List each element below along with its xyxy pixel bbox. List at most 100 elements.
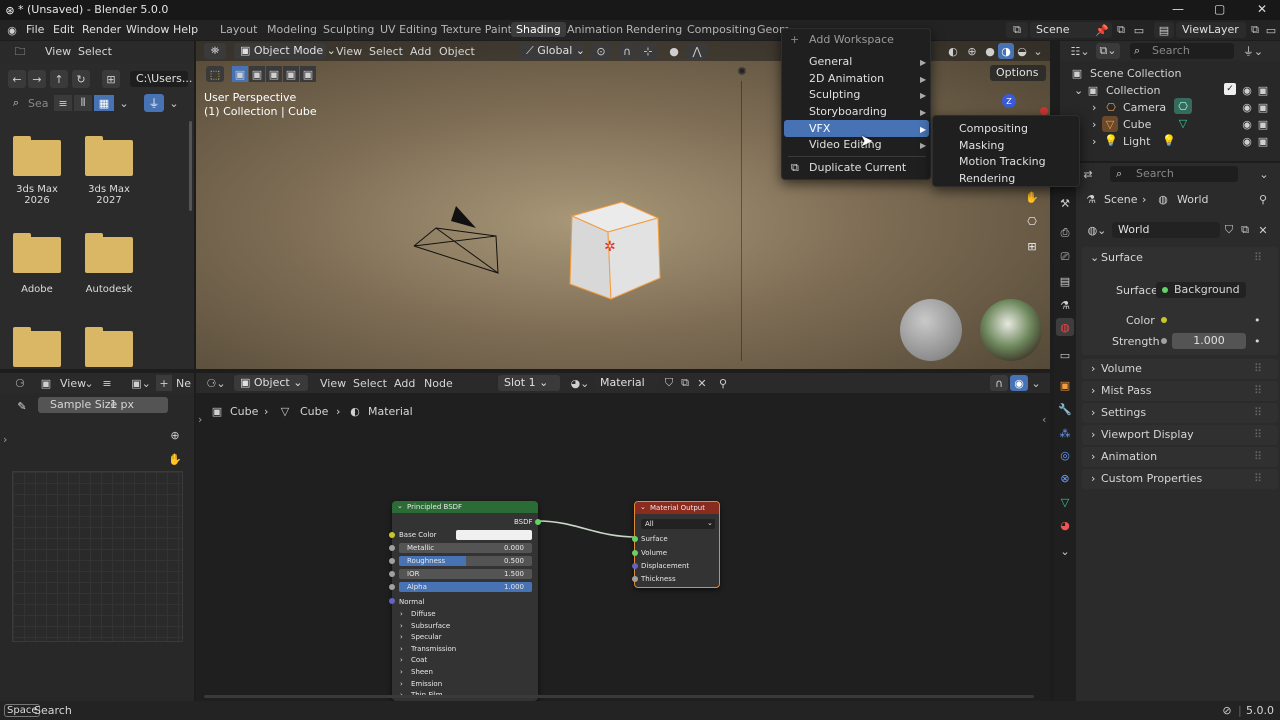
- viewport-menu-object[interactable]: Object: [439, 45, 475, 58]
- parent-directory-icon[interactable]: ↑: [50, 70, 68, 88]
- render-tab-icon[interactable]: ⎙: [1057, 225, 1073, 241]
- input-socket[interactable]: [389, 532, 395, 538]
- collapsed-panel[interactable]: › Mist Pass ⠿: [1082, 381, 1278, 401]
- folder-label[interactable]: Autodesk: [74, 284, 144, 295]
- editor-type-icon[interactable]: ⚆⌄: [204, 375, 228, 391]
- fake-user-icon[interactable]: ⛉: [662, 375, 676, 391]
- collapsed-panel[interactable]: › Animation ⠿: [1082, 447, 1278, 467]
- network-icon[interactable]: ⊘: [1220, 703, 1234, 717]
- new-image-label[interactable]: Ne: [176, 377, 191, 390]
- tab-texture-paint[interactable]: Texture Paint: [436, 22, 517, 37]
- refresh-icon[interactable]: ↻: [72, 70, 90, 88]
- overlay-icon[interactable]: ◉: [1010, 375, 1028, 391]
- tab-animation[interactable]: Animation: [562, 22, 628, 37]
- input-socket[interactable]: [632, 563, 638, 569]
- fb-search-input[interactable]: Sea: [28, 97, 49, 110]
- editor-type-icon[interactable]: ⚆: [8, 375, 32, 391]
- pin-icon[interactable]: ⚲: [716, 375, 730, 391]
- menu-item-general[interactable]: General: [809, 55, 852, 68]
- image-canvas[interactable]: [12, 471, 183, 642]
- strength-field[interactable]: 1.000: [1172, 333, 1246, 349]
- image-browse-icon[interactable]: ▣⌄: [130, 375, 152, 391]
- viewport-menu-add[interactable]: Add: [410, 45, 431, 58]
- solid-shading-icon[interactable]: ●: [982, 43, 998, 59]
- unlink-icon[interactable]: ✕: [1256, 222, 1270, 238]
- sample-size-field[interactable]: Sample Size 1 px: [38, 397, 168, 413]
- tabs-more-icon[interactable]: ⌄: [1057, 543, 1073, 559]
- scrollbar[interactable]: [189, 121, 192, 211]
- panel-drag-icon[interactable]: ⠿: [1254, 472, 1262, 485]
- tab-rendering[interactable]: Rendering: [621, 22, 687, 37]
- expand-icon[interactable]: ›: [400, 680, 403, 688]
- vertical-list-icon[interactable]: ≡: [54, 95, 72, 111]
- snap-icon[interactable]: ∩: [618, 43, 636, 59]
- node-header[interactable]: ⌄ Material Output: [635, 502, 719, 514]
- proportional-editing-icon[interactable]: ●: [666, 43, 682, 59]
- node-sidebar-toggle-right-icon[interactable]: ‹: [1042, 413, 1046, 426]
- menu-item-2d-animation[interactable]: 2D Animation: [809, 72, 884, 85]
- thumbnails-icon[interactable]: ▦: [94, 95, 114, 111]
- submenu-item-rendering[interactable]: Rendering: [959, 172, 1015, 185]
- menu-help[interactable]: Help: [173, 23, 198, 36]
- collapse-icon[interactable]: ⌄: [397, 502, 403, 510]
- close-icon[interactable]: ✕: [1257, 2, 1267, 16]
- transform-orientation-select[interactable]: ⟋ Global ⌄: [520, 43, 585, 59]
- bsdf-section-label[interactable]: Subsurface: [411, 622, 450, 630]
- viewlayer-field[interactable]: ViewLayer: [1176, 22, 1246, 38]
- expand-icon[interactable]: ›: [400, 610, 403, 618]
- scene-icon[interactable]: ⧉: [1006, 22, 1028, 38]
- menu-item-storyboarding[interactable]: Storyboarding: [809, 105, 887, 118]
- snap-icon[interactable]: ∩: [990, 375, 1008, 391]
- strength-socket-dot[interactable]: [1161, 338, 1167, 344]
- horizontal-list-icon[interactable]: ⫴: [74, 95, 92, 111]
- eye-icon[interactable]: ◉: [1240, 134, 1254, 148]
- select-mode-intersect-icon[interactable]: ▣: [300, 66, 316, 82]
- material-tab-icon[interactable]: ◕: [1057, 517, 1073, 533]
- strength-keyframe-icon[interactable]: •: [1254, 335, 1261, 348]
- bsdf-section-label[interactable]: Diffuse: [411, 610, 436, 618]
- select-box-icon[interactable]: ⬚: [206, 66, 224, 82]
- viewport-menu-select[interactable]: Select: [369, 45, 403, 58]
- view-layer-tab-icon[interactable]: ▤: [1057, 273, 1073, 289]
- node-menu-select[interactable]: Select: [353, 377, 387, 390]
- display-mode-icon[interactable]: ⧉⌄: [1096, 43, 1120, 59]
- expand-icon[interactable]: ›: [400, 656, 403, 664]
- folder-icon[interactable]: [85, 327, 133, 367]
- outliner-item-cube[interactable]: Cube: [1123, 118, 1151, 131]
- expand-icon[interactable]: ⌄: [1090, 251, 1099, 264]
- panel-drag-icon[interactable]: ⠿: [1254, 251, 1262, 264]
- folder-icon[interactable]: [13, 136, 61, 176]
- new-image-icon[interactable]: +: [156, 375, 172, 391]
- select-mode-extend-icon[interactable]: ▣: [249, 66, 265, 82]
- minimize-icon[interactable]: —: [1172, 2, 1184, 16]
- bsdf-section-label[interactable]: Coat: [411, 656, 427, 664]
- camera-restrict-icon[interactable]: ▣: [1256, 83, 1270, 97]
- submenu-item-compositing[interactable]: Compositing: [959, 122, 1028, 135]
- forward-arrow-icon[interactable]: →: [28, 70, 46, 88]
- panel-drag-icon[interactable]: ⠿: [1254, 406, 1262, 419]
- input-socket[interactable]: [632, 536, 638, 542]
- expand-icon[interactable]: ›: [1092, 101, 1096, 114]
- camera-restrict-icon[interactable]: ▣: [1256, 117, 1270, 131]
- hand-pan-icon[interactable]: ✋: [165, 449, 185, 469]
- camera-object[interactable]: [406, 201, 516, 276]
- remove-scene-icon[interactable]: ▭: [1132, 23, 1146, 37]
- sample-tool-icon[interactable]: ✎: [12, 397, 32, 415]
- menu-window[interactable]: Window: [126, 23, 169, 36]
- input-socket[interactable]: [389, 584, 395, 590]
- zoom-icon[interactable]: ⊕: [165, 425, 185, 445]
- object-tab-icon[interactable]: ▣: [1057, 377, 1073, 393]
- maximize-icon[interactable]: ▢: [1214, 2, 1225, 16]
- options-button[interactable]: Options: [990, 65, 1046, 81]
- collapsed-panel[interactable]: › Settings ⠿: [1082, 403, 1278, 423]
- cube-object[interactable]: ✲: [566, 198, 661, 303]
- material-output-node[interactable]: ⌄ Material Output All ⌄ Surface Volume D…: [632, 501, 720, 588]
- expand-icon[interactable]: ›: [400, 622, 403, 630]
- wireframe-shading-icon[interactable]: ⊕: [964, 43, 980, 59]
- tab-layout[interactable]: Layout: [215, 22, 262, 37]
- menu-render[interactable]: Render: [82, 23, 121, 36]
- output-socket[interactable]: [535, 519, 541, 525]
- viewlayer-icon[interactable]: ▤: [1154, 22, 1174, 38]
- filter-icon[interactable]: ⏚: [144, 94, 164, 112]
- modifiers-tab-icon[interactable]: 🔧: [1057, 401, 1073, 417]
